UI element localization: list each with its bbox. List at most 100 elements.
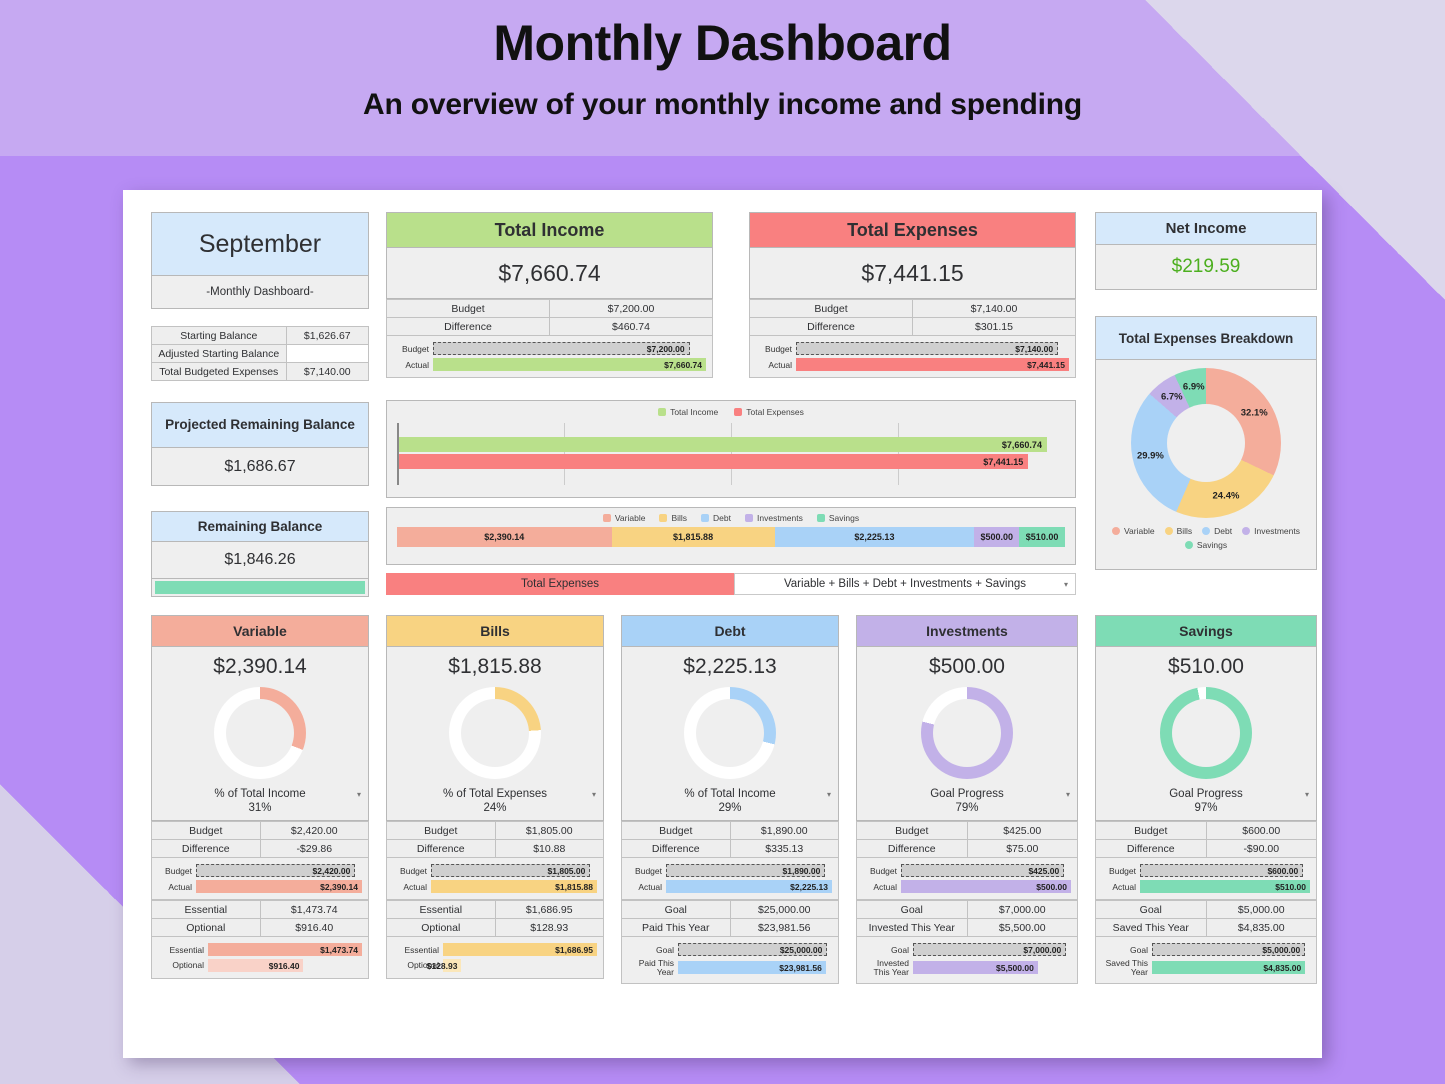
- table-row: Saved This Year $4,835.00: [1095, 918, 1317, 937]
- category-bar-actual-label: Actual: [638, 881, 662, 892]
- stacked-segment[interactable]: $510.00: [1019, 527, 1065, 547]
- breakdown-title: Total Expenses Breakdown: [1095, 316, 1317, 360]
- category-metric-label: Goal Progress: [930, 788, 1004, 800]
- dashboard-sheet: September -Monthly Dashboard- Starting B…: [123, 190, 1322, 1058]
- month-title[interactable]: September: [151, 212, 369, 276]
- legend-item-total-income: Total Income: [658, 407, 718, 417]
- chevron-down-icon[interactable]: ▾: [592, 790, 596, 799]
- table-row: Difference $301.15: [749, 317, 1076, 336]
- category-title-text: Bills: [480, 623, 510, 639]
- category-card-variable: Variable $2,390.14 % of Total Income ▾ 3…: [151, 615, 369, 979]
- legend-item: Variable: [602, 513, 645, 523]
- legend-swatch: [745, 514, 754, 522]
- category-sub2-value: $916.40: [259, 918, 369, 937]
- bar-label-income: $7,660.74: [1001, 439, 1042, 450]
- remaining-value-text: $1,846.26: [224, 551, 296, 568]
- selector-right-text: Variable + Bills + Debt + Investments + …: [783, 578, 1027, 590]
- total-income-amount-text: $7,660.74: [498, 259, 601, 286]
- category-progress-ring[interactable]: [684, 687, 776, 779]
- stacked-segment[interactable]: $2,390.14: [397, 527, 612, 547]
- category-bar-sub1: $7,000.00: [913, 943, 1067, 956]
- category-title-text: Variable: [233, 623, 287, 639]
- category-progress-ring[interactable]: [1160, 687, 1252, 779]
- category-bar-budget-label: Budget: [400, 865, 427, 876]
- category-bar-sub2: $4,835.00: [1152, 961, 1306, 975]
- category-bar-sub1: $1,473.74: [208, 943, 362, 956]
- total-expenses-amount-text: $7,441.15: [861, 259, 964, 286]
- remaining-title: Remaining Balance: [151, 511, 369, 542]
- category-title-text: Investments: [926, 623, 1008, 639]
- category-metric-pct: 29%: [718, 802, 742, 814]
- chevron-down-icon[interactable]: ▾: [1066, 790, 1070, 799]
- total-income-bars: Budget $7,200.00 Actual $7,660.74: [386, 336, 713, 378]
- month-caption-text: -Monthly Dashboard-: [206, 286, 314, 298]
- category-bar-sub1: $1,686.95: [443, 943, 597, 956]
- selector-dropdown[interactable]: Variable + Bills + Debt + Investments + …: [734, 573, 1076, 595]
- category-progress-ring[interactable]: [214, 687, 306, 779]
- bar-total-income: $7,660.74: [399, 437, 1047, 452]
- table-row: Difference $460.74: [386, 317, 713, 336]
- chevron-down-icon[interactable]: ▾: [357, 790, 361, 799]
- projected-value-text: $1,686.67: [224, 457, 296, 475]
- category-sub1-bar-row: Goal $25,000.00: [626, 943, 832, 956]
- projected-title-text: Projected Remaining Balance: [165, 416, 355, 432]
- legend-swatch: [701, 514, 710, 522]
- category-sub2-label: Invested This Year: [856, 918, 968, 937]
- category-summary: $2,390.14 % of Total Income ▾ 31%: [151, 647, 369, 821]
- table-row: Optional $916.40: [151, 918, 369, 937]
- category-progress-ring[interactable]: [921, 687, 1013, 779]
- expenses-difference-label: Difference: [749, 317, 913, 336]
- projected-title: Projected Remaining Balance: [151, 402, 369, 448]
- legend-label: Savings: [828, 513, 860, 523]
- category-difference-value: -$90.00: [1205, 839, 1317, 858]
- category-metric-selector[interactable]: Goal Progress ▾ 97%: [1096, 788, 1316, 814]
- category-metric-selector[interactable]: Goal Progress ▾ 79%: [857, 788, 1077, 814]
- category-card-investments: Investments $500.00 Goal Progress ▾ 79% …: [856, 615, 1078, 984]
- category-bar-sub2: $916.40: [208, 959, 304, 972]
- category-progress-ring[interactable]: [449, 687, 541, 779]
- stacked-segment[interactable]: $500.00: [974, 527, 1020, 547]
- remaining-progress-bar: [151, 579, 369, 597]
- expense-category-stacked-chart: Variable Bills Debt Investments Savings $2,3…: [386, 507, 1076, 565]
- stacked-segment[interactable]: $1,815.88: [611, 527, 775, 547]
- category-sub1-value: $25,000.00: [729, 900, 839, 919]
- category-bar-budget: $600.00: [1140, 864, 1304, 877]
- category-metric-selector[interactable]: % of Total Income ▾ 29%: [622, 788, 838, 814]
- category-metric-selector[interactable]: % of Total Expenses ▾ 24%: [387, 788, 603, 814]
- category-budget-label: Budget: [856, 821, 968, 840]
- total-expenses-amount: $7,441.15: [749, 248, 1076, 299]
- category-budget-table: Budget $600.00 Difference -$90.00: [1095, 821, 1317, 858]
- chevron-down-icon[interactable]: ▾: [827, 790, 831, 799]
- category-sub2-bar-row: Invested This Year $5,500.00: [861, 959, 1071, 977]
- category-detail-table: Goal $25,000.00 Paid This Year $23,981.5…: [621, 900, 839, 937]
- category-detail-table: Goal $7,000.00 Invested This Year $5,500…: [856, 900, 1078, 937]
- expenses-budget-bar-row: Budget $7,140.00: [754, 342, 1069, 355]
- income-bar-budget: $7,200.00: [433, 342, 690, 355]
- category-detail-bars: Goal $25,000.00 Paid This Year $23,981.5…: [621, 937, 839, 984]
- expenses-bar-budget: $7,140.00: [796, 342, 1059, 355]
- category-summary: $500.00 Goal Progress ▾ 79%: [856, 647, 1078, 821]
- category-bar-sub1-label: Goal: [1130, 944, 1148, 955]
- category-amount: $510.00: [1168, 655, 1244, 678]
- expenses-difference-value: $301.15: [912, 317, 1076, 336]
- chevron-down-icon[interactable]: ▾: [1305, 790, 1309, 799]
- stacked-segment[interactable]: $2,225.13: [774, 527, 975, 547]
- category-budget-bars: Budget $600.00 Actual $510.00: [1095, 858, 1317, 900]
- expenses-breakdown-donut[interactable]: 32.1% 24.4% 29.9% 6.7% 6.9%: [1131, 368, 1281, 518]
- total-income-kv: Budget $7,200.00 Difference $460.74: [386, 299, 713, 336]
- category-sub2-value: $4,835.00: [1205, 918, 1317, 937]
- expense-selector-row[interactable]: Total Expenses Variable + Bills + Debt +…: [386, 573, 1076, 595]
- category-bar-actual: $2,390.14: [196, 880, 362, 893]
- legend-swatch-expenses: [734, 408, 743, 416]
- category-sub1-value: $1,473.74: [259, 900, 369, 919]
- category-title: Bills: [386, 615, 604, 647]
- category-metric-selector[interactable]: % of Total Income ▾ 31%: [152, 788, 368, 814]
- chevron-down-icon[interactable]: ▾: [1064, 580, 1068, 589]
- category-bar-budget: $1,805.00: [431, 864, 591, 877]
- expenses-actual-bar-row: Actual $7,441.15: [754, 358, 1069, 371]
- legend-swatch: [1242, 527, 1251, 535]
- table-row: Budget $2,420.00: [151, 821, 369, 840]
- category-sub1-label: Goal: [1095, 900, 1207, 919]
- income-bar-actual: $7,660.74: [433, 358, 706, 371]
- legend-item: Debt: [1202, 526, 1232, 536]
